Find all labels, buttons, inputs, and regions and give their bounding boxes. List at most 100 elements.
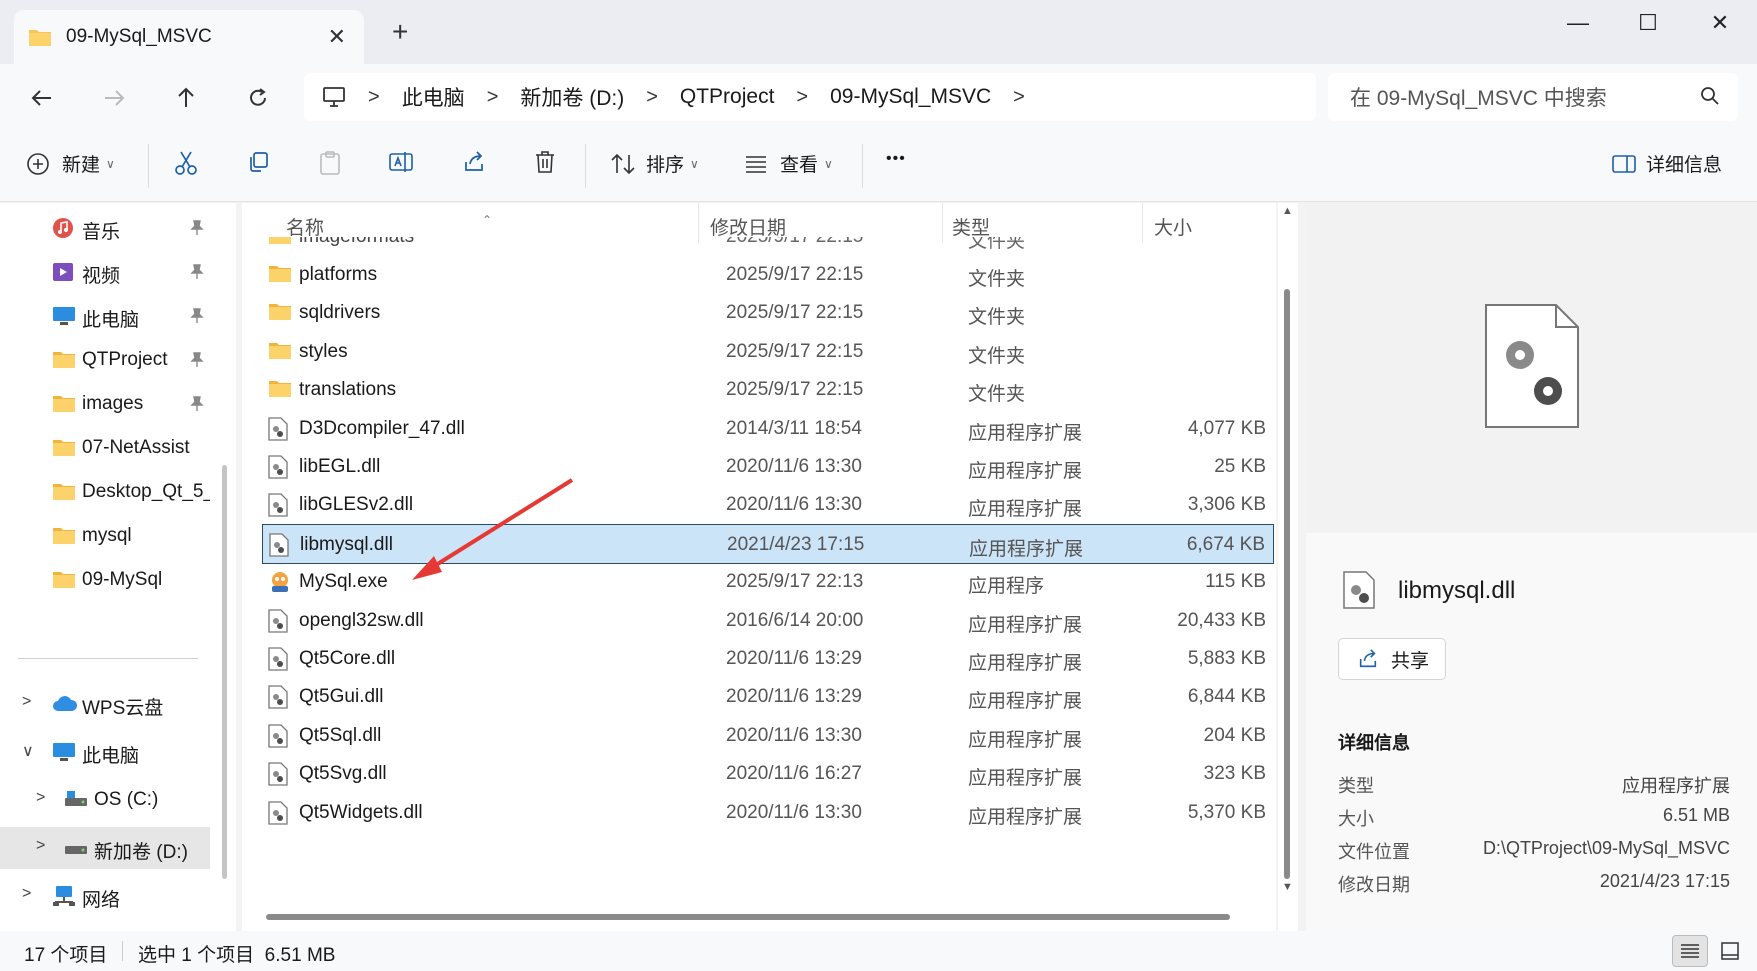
sidebar-item-drive-d[interactable]: > 新加卷 (D:) xyxy=(0,827,210,869)
scroll-down-icon[interactable]: ▼ xyxy=(1282,881,1293,893)
collapse-chevron-icon[interactable]: ∨ xyxy=(22,741,34,761)
cloud-icon xyxy=(53,696,78,711)
scrollbar-thumb[interactable] xyxy=(222,465,227,879)
tiles-view-button[interactable] xyxy=(1712,935,1748,967)
details-pane-button[interactable]: 详细信息 xyxy=(1612,150,1722,177)
dll-file-icon xyxy=(268,647,288,671)
copy-button[interactable] xyxy=(246,150,270,174)
selected-file-name: libmysql.dll xyxy=(1398,577,1516,604)
cut-button[interactable] xyxy=(174,150,198,176)
sidebar-item-netassist[interactable]: 07-NetAssist xyxy=(0,427,210,469)
delete-button[interactable] xyxy=(534,150,556,174)
close-tab-button[interactable]: ✕ xyxy=(328,24,346,50)
file-size: 4,077 KB xyxy=(1187,417,1266,439)
file-date: 2020/11/6 13:29 xyxy=(726,648,862,669)
sidebar-item-this-pc-pinned[interactable]: 此电脑 xyxy=(0,295,210,337)
breadcrumb-separator[interactable]: > xyxy=(646,86,658,109)
view-label: 查看 xyxy=(780,155,819,176)
file-row[interactable]: D3Dcompiler_47.dll 2014/3/11 18:54 应用程序扩展 4… xyxy=(262,409,1274,449)
sidebar-item-videos[interactable]: 视频 xyxy=(0,251,210,293)
column-name[interactable]: 名称 xyxy=(286,213,324,240)
chevron-down-icon: ∨ xyxy=(824,156,833,171)
breadcrumb-current-folder[interactable]: 09-MySql_MSVC xyxy=(830,85,991,109)
sort-button[interactable]: 排序 ∨ xyxy=(610,150,699,177)
sidebar-item-desktop-qt[interactable]: Desktop_Qt_5_ xyxy=(0,471,210,513)
sidebar-item-this-pc[interactable]: ∨ 此电脑 xyxy=(0,731,210,773)
paste-button[interactable] xyxy=(318,150,342,176)
file-row[interactable]: sqldrivers 2025/9/17 22:15 文件夹 xyxy=(262,293,1274,333)
minimize-button[interactable]: — xyxy=(1548,8,1608,38)
breadcrumb-drive-d[interactable]: 新加卷 (D:) xyxy=(520,82,624,112)
up-button[interactable] xyxy=(166,78,206,118)
file-row[interactable]: Qt5Gui.dll 2020/11/6 13:29 应用程序扩展 6,844 KB xyxy=(262,677,1274,717)
expand-chevron-icon[interactable]: > xyxy=(36,789,45,807)
selection-info: 选中 1 个项目 6.51 MB xyxy=(138,945,336,966)
file-row[interactable]: opengl32sw.dll 2016/6/14 20:00 应用程序扩展 20,43… xyxy=(262,601,1274,641)
sidebar-scrollbar[interactable] xyxy=(222,203,236,931)
search-box[interactable]: 在 09-MySql_MSVC 中搜索 xyxy=(1328,73,1738,121)
details-view-button[interactable] xyxy=(1672,935,1708,967)
column-size[interactable]: 大小 xyxy=(1154,213,1192,240)
sidebar-item-images[interactable]: images xyxy=(0,383,210,425)
expand-chevron-icon[interactable]: > xyxy=(22,885,31,903)
sidebar-item-network[interactable]: > 网络 xyxy=(0,875,210,917)
file-row[interactable]: Qt5Sql.dll 2020/11/6 13:30 应用程序扩展 204 KB xyxy=(262,716,1274,756)
file-row-selected[interactable]: libmysql.dll 2021/4/23 17:15 应用程序扩展 6,674 K… xyxy=(262,523,1274,564)
forward-button[interactable] xyxy=(94,78,134,118)
sort-icon xyxy=(611,153,635,174)
detail-value[interactable]: D:\QTProject\09-MySql_MSVC xyxy=(1483,838,1730,859)
breadcrumb-separator[interactable]: > xyxy=(796,86,808,109)
expand-chevron-icon[interactable]: > xyxy=(22,693,31,711)
horizontal-scrollbar[interactable] xyxy=(266,914,1230,920)
address-bar[interactable]: > 此电脑 > 新加卷 (D:) > QTProject > 09-MySql_… xyxy=(304,73,1316,121)
share-toolbar-button[interactable] xyxy=(462,150,486,174)
file-type: 文件夹 xyxy=(968,269,1026,290)
expand-chevron-icon[interactable]: > xyxy=(36,837,45,855)
file-row[interactable]: libEGL.dll 2020/11/6 13:30 应用程序扩展 25 KB xyxy=(262,447,1274,487)
search-icon[interactable] xyxy=(1700,86,1720,106)
detail-value: 6.51 MB xyxy=(1662,805,1730,825)
video-icon xyxy=(53,263,73,281)
file-size: 6,844 KB xyxy=(1187,686,1266,708)
file-row[interactable]: Qt5Svg.dll 2020/11/6 16:27 应用程序扩展 323 KB xyxy=(262,754,1274,794)
file-row[interactable]: platforms 2025/9/17 22:15 文件夹 xyxy=(262,255,1274,295)
breadcrumb-this-pc[interactable]: 此电脑 xyxy=(402,82,465,112)
divider xyxy=(862,144,863,188)
more-options-button[interactable]: ••• xyxy=(886,150,906,168)
back-button[interactable] xyxy=(22,78,62,118)
file-row[interactable]: translations 2025/9/17 22:15 文件夹 xyxy=(262,370,1274,410)
view-button[interactable]: 查看 ∨ xyxy=(744,150,833,177)
rename-button[interactable] xyxy=(388,150,414,174)
file-row[interactable]: Qt5Widgets.dll 2020/11/6 13:30 应用程序扩展 5,370… xyxy=(262,793,1274,833)
file-row[interactable]: styles 2025/9/17 22:15 文件夹 xyxy=(262,332,1274,372)
file-type: 应用程序扩展 xyxy=(968,806,1083,828)
breadcrumb-separator[interactable]: > xyxy=(1013,86,1025,109)
sidebar-item-drive-c[interactable]: > OS (C:) xyxy=(0,779,210,821)
share-button[interactable]: 共享 xyxy=(1338,638,1446,680)
file-name: styles xyxy=(299,340,348,362)
dll-file-icon xyxy=(268,724,288,748)
sidebar-item-qtproject[interactable]: QTProject xyxy=(0,339,210,381)
sidebar-item-09-mysql[interactable]: 09-MySql xyxy=(0,559,210,601)
file-name: libEGL.dll xyxy=(299,456,381,477)
column-type[interactable]: 类型 xyxy=(952,213,990,240)
column-date[interactable]: 修改日期 xyxy=(710,213,786,240)
new-tab-button[interactable]: + xyxy=(392,18,408,46)
maximize-button[interactable]: ☐ xyxy=(1618,8,1678,38)
new-button[interactable]: 新建 ∨ xyxy=(26,150,115,177)
refresh-button[interactable] xyxy=(238,78,278,118)
sidebar-item-music[interactable]: 音乐 xyxy=(0,207,210,249)
file-row[interactable]: MySql.exe 2025/9/17 22:13 应用程序 115 KB xyxy=(262,562,1274,602)
sidebar-item-mysql[interactable]: mysql xyxy=(0,515,210,557)
close-window-button[interactable]: ✕ xyxy=(1690,8,1750,38)
breadcrumb-qtproject[interactable]: QTProject xyxy=(680,85,775,109)
scroll-up-icon[interactable]: ▲ xyxy=(1282,205,1293,217)
file-list-scrollbar[interactable]: ▲ ▼ xyxy=(1278,203,1298,931)
scrollbar-thumb[interactable] xyxy=(1284,289,1290,879)
computer-icon xyxy=(53,743,75,761)
file-row[interactable]: Qt5Core.dll 2020/11/6 13:29 应用程序扩展 5,883 KB xyxy=(262,639,1274,679)
file-row[interactable]: libGLESv2.dll 2020/11/6 13:30 应用程序扩展 3,306 … xyxy=(262,485,1274,525)
tab-current[interactable]: 09-MySql_MSVC ✕ xyxy=(14,10,364,64)
breadcrumb-separator[interactable]: > xyxy=(487,86,499,109)
sidebar-item-wps-cloud[interactable]: > WPS云盘 xyxy=(0,683,210,725)
